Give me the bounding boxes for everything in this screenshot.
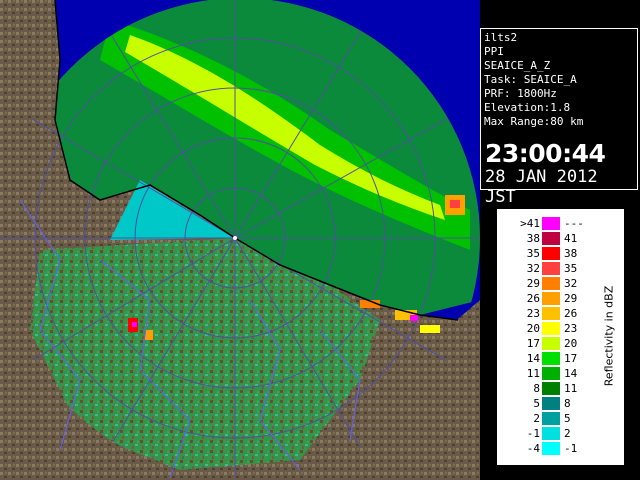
legend-low-value: 2 <box>533 412 540 425</box>
legend-high-value: 2 <box>564 427 571 440</box>
legend-swatch <box>542 352 560 365</box>
info-panel: ilts2 PPI SEAICE_A_Z Task: SEAICE_A PRF:… <box>480 28 638 207</box>
task-name: Task: SEAICE_A <box>484 73 577 86</box>
radar-display: ilts2 PPI SEAICE_A_Z Task: SEAICE_A PRF:… <box>0 0 640 480</box>
scan-date: 28 JAN 2012 JST <box>485 167 598 207</box>
legend-swatch <box>542 232 560 245</box>
legend-swatch <box>542 382 560 395</box>
legend-row: 20 23 <box>498 321 598 336</box>
legend-high-value: 35 <box>564 262 578 275</box>
legend-row: 14 17 <box>498 351 598 366</box>
legend-low-value: 8 <box>533 382 540 395</box>
legend-row: 29 32 <box>498 276 598 291</box>
legend-low-value: >41 <box>520 217 540 230</box>
legend-high-value: 11 <box>564 382 578 395</box>
legend-low-value: 38 <box>526 232 540 245</box>
legend-high-value: 38 <box>564 247 578 260</box>
legend-row: 11 14 <box>498 366 598 381</box>
legend-low-value: 11 <box>526 367 540 380</box>
legend-swatch <box>542 307 560 320</box>
legend-low-value: 14 <box>526 352 540 365</box>
legend-high-value: 17 <box>564 352 578 365</box>
legend-row: 23 26 <box>498 306 598 321</box>
legend-row: 35 38 <box>498 246 598 261</box>
legend-row: 58 <box>498 396 598 411</box>
legend-title: Reflectivity in dBZ <box>598 216 620 456</box>
legend-row: -1 2 <box>498 426 598 441</box>
scan-time: 23:00:44 <box>485 139 606 168</box>
legend-swatch <box>542 292 560 305</box>
legend-low-value: 35 <box>526 247 540 260</box>
land-terrain-east <box>445 300 480 480</box>
legend-row: 8 11 <box>498 381 598 396</box>
legend-row: -4 -1 <box>498 441 598 456</box>
legend-swatch <box>542 247 560 260</box>
legend-high-value: 20 <box>564 337 578 350</box>
legend-swatch <box>542 322 560 335</box>
legend-row: 17 20 <box>498 336 598 351</box>
legend-high-value: -1 <box>564 442 578 455</box>
legend-swatch <box>542 367 560 380</box>
legend-low-value: -4 <box>526 442 540 455</box>
legend-row: >41 --- <box>498 216 598 231</box>
legend-row: 25 <box>498 411 598 426</box>
legend-high-value: 23 <box>564 322 578 335</box>
legend-row: 38 41 <box>498 231 598 246</box>
legend-low-value: 20 <box>526 322 540 335</box>
legend-low-value: 23 <box>526 307 540 320</box>
legend-low-value: 32 <box>526 262 540 275</box>
legend-high-value: 14 <box>564 367 578 380</box>
legend-high-value: 8 <box>564 397 571 410</box>
legend-high-value: 5 <box>564 412 571 425</box>
legend-swatch <box>542 262 560 275</box>
legend-low-value: -1 <box>526 427 540 440</box>
radar-site-marker <box>233 236 237 240</box>
reflectivity-legend: >41 --- 38 41 35 38 32 35 29 32 26 29 23 26 20 23 17 20 14… <box>497 209 624 465</box>
legend-low-value: 17 <box>526 337 540 350</box>
legend-swatch <box>542 397 560 410</box>
product-name: SEAICE_A_Z <box>484 59 551 72</box>
elevation-value: Elevation:1.8 <box>484 101 571 114</box>
legend-row: 26 29 <box>498 291 598 306</box>
legend-high-value: 41 <box>564 232 578 245</box>
legend-low-value: 26 <box>526 292 540 305</box>
legend-low-value: 29 <box>526 277 540 290</box>
legend-swatch <box>542 442 560 455</box>
legend-high-value: --- <box>564 217 584 230</box>
legend-swatch <box>542 412 560 425</box>
scan-mode: PPI <box>484 45 504 58</box>
legend-row: 32 35 <box>498 261 598 276</box>
legend-swatch <box>542 277 560 290</box>
legend-swatch <box>542 427 560 440</box>
legend-high-value: 32 <box>564 277 578 290</box>
legend-low-value: 5 <box>533 397 540 410</box>
legend-title-text: Reflectivity in dBZ <box>602 285 616 387</box>
legend-swatch <box>542 337 560 350</box>
legend-high-value: 26 <box>564 307 578 320</box>
prf-value: PRF: 1800Hz <box>484 87 557 100</box>
max-range-value: Max Range:80 km <box>484 115 584 128</box>
radar-name: ilts2 <box>484 31 518 44</box>
legend-high-value: 29 <box>564 292 578 305</box>
legend-swatch <box>542 217 560 230</box>
